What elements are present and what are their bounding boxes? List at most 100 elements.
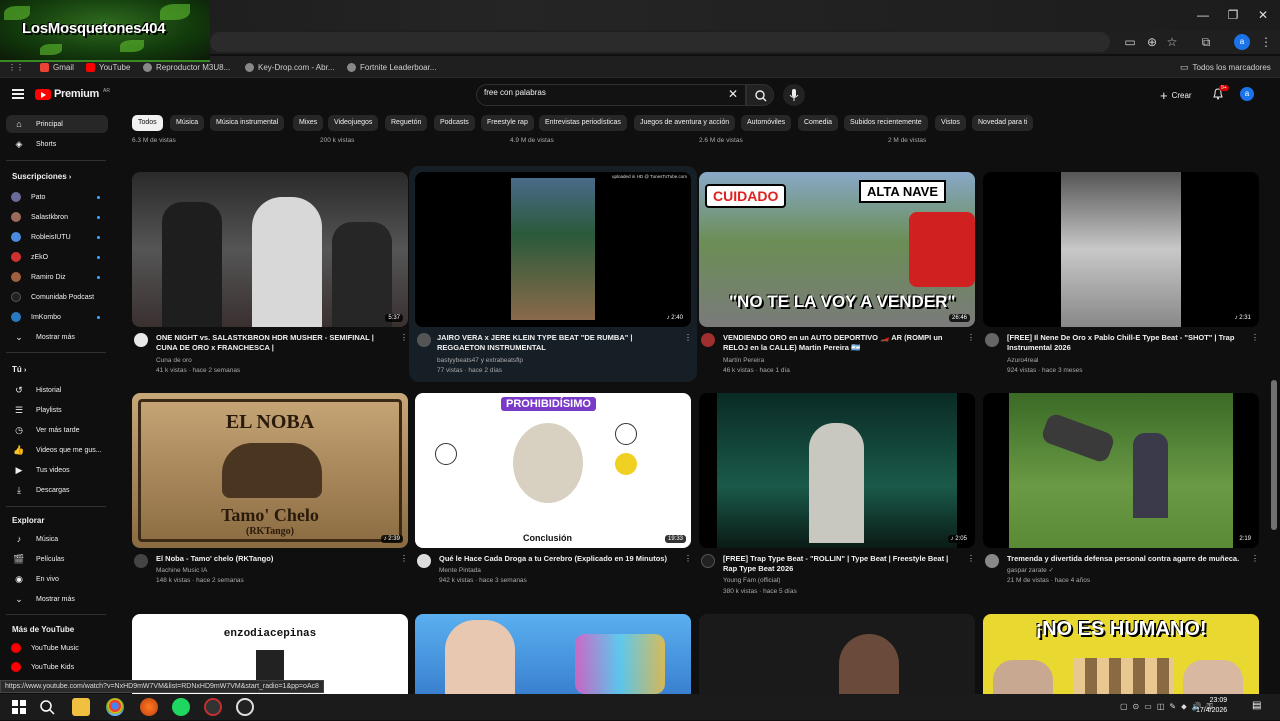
sidebar-sub-pato[interactable]: Pato [6, 188, 108, 206]
video-title[interactable]: [FREE] Trap Type Beat - "ROLLIN" | Type … [723, 554, 963, 574]
channel-avatar[interactable] [985, 333, 999, 347]
sidebar-item-youtube-kids[interactable]: YouTube Kids [6, 658, 108, 676]
sidebar-item-historial[interactable]: ↺ Historial [6, 381, 108, 399]
cast-icon[interactable]: ▭ [1122, 34, 1138, 50]
channel-avatar[interactable] [701, 333, 715, 347]
more-options-icon[interactable]: ⋮ [400, 333, 408, 342]
sidebar-item-peliculas[interactable]: 🎬 Películas [6, 550, 108, 568]
video-thumbnail[interactable] [415, 614, 691, 694]
more-options-icon[interactable]: ⋮ [684, 333, 692, 342]
bookmark-youtube[interactable]: YouTube [86, 60, 130, 74]
sidebar-item-musica[interactable]: ♪ Música [6, 530, 108, 548]
more-options-icon[interactable]: ⋮ [400, 554, 408, 563]
bookmark-gmail[interactable]: Gmail [40, 60, 74, 74]
spotify-icon[interactable] [172, 698, 190, 716]
chip-musica-instrumental[interactable]: Música instrumental [210, 115, 285, 131]
app-icon[interactable] [204, 698, 222, 716]
chip-musica[interactable]: Música [170, 115, 205, 131]
file-explorer-icon[interactable] [72, 698, 90, 716]
video-thumbnail[interactable]: 5:37 [132, 172, 408, 327]
sidebar-sub-robleisiutu[interactable]: RobleisIUTU [6, 228, 108, 246]
clear-search-icon[interactable]: ✕ [728, 87, 738, 101]
user-avatar[interactable]: a [1240, 87, 1254, 101]
page-scrollbar[interactable] [1271, 380, 1277, 530]
taskbar-clock[interactable]: 23:09 17/4/2026 [1196, 696, 1227, 716]
sidebar-item-en-vivo[interactable]: ◉ En vivo [6, 570, 108, 588]
browser-icon[interactable] [140, 698, 158, 716]
channel-name[interactable]: Martín Pereira [723, 356, 764, 366]
sidebar-show-more-explore[interactable]: ⌄ Mostrar más [6, 590, 108, 608]
channel-name[interactable]: bastyybeats47 y extrabeatsflp [437, 356, 523, 366]
minimize-button[interactable]: — [1188, 6, 1218, 24]
sidebar-item-your-videos[interactable]: ▶ Tus videos [6, 461, 108, 479]
star-icon[interactable]: ☆ [1164, 34, 1180, 50]
channel-avatar[interactable] [701, 554, 715, 568]
chip-entrevistas[interactable]: Entrevistas periodísticas [539, 115, 627, 131]
voice-search-button[interactable] [783, 84, 805, 106]
more-options-icon[interactable]: ⋮ [1251, 333, 1259, 342]
chip-vistos[interactable]: Vistos [935, 115, 966, 131]
channel-avatar[interactable] [417, 554, 431, 568]
video-thumbnail[interactable]: EL NOBA Tamo' Chelo (RKTango) ♪ 2:39 [132, 393, 408, 548]
channel-avatar[interactable] [134, 333, 148, 347]
sidebar-sub-salastkbron[interactable]: Salastkbron [6, 208, 108, 226]
bookmark-fortnite[interactable]: Fortnite Leaderboar... [347, 60, 437, 74]
chip-podcasts[interactable]: Podcasts [434, 115, 475, 131]
youtube-premium-logo[interactable]: Premium AR [35, 88, 110, 100]
sidebar-item-liked[interactable]: 👍 Videos que me gus... [6, 441, 108, 459]
search-input[interactable] [484, 88, 704, 97]
chip-juegos-aventura[interactable]: Juegos de aventura y acción [634, 115, 736, 131]
zoom-icon[interactable]: ⊕ [1144, 34, 1160, 50]
video-thumbnail[interactable]: PROHIBIDÍSIMO Conclusión 19:33 [415, 393, 691, 548]
app-icon[interactable] [236, 698, 254, 716]
extensions-icon[interactable]: ⧉ [1198, 34, 1214, 50]
channel-name[interactable]: Mente Pintada [439, 566, 481, 576]
video-title[interactable]: VENDIENDO ORO en un AUTO DEPORTIVO 🏎️ AR… [723, 333, 963, 353]
sidebar-sub-imkombo[interactable]: ImKombo [6, 308, 108, 326]
profile-avatar[interactable]: a [1234, 34, 1250, 50]
all-bookmarks[interactable]: ▭ Todos los marcadores [1180, 60, 1271, 74]
video-thumbnail[interactable] [699, 614, 975, 694]
video-title[interactable]: El Noba - Tamo' chelo (RKTango) [156, 554, 396, 564]
chip-freestyle-rap[interactable]: Freestyle rap [481, 115, 534, 131]
chip-subidos-recientemente[interactable]: Subidos recientemente [844, 115, 928, 131]
chrome-icon[interactable] [106, 698, 124, 716]
channel-avatar[interactable] [985, 554, 999, 568]
more-options-icon[interactable]: ⋮ [1251, 554, 1259, 563]
create-button[interactable]: + Crear [1160, 86, 1192, 104]
chip-comedia[interactable]: Comedia [798, 115, 839, 131]
chip-novedad[interactable]: Novedad para ti [972, 115, 1034, 131]
restore-button[interactable]: ❐ [1218, 6, 1248, 24]
sidebar-sub-zeko[interactable]: zEkO [6, 248, 108, 266]
hamburger-menu-icon[interactable] [12, 89, 24, 99]
notification-center-icon[interactable]: ▤ [1252, 700, 1261, 711]
chip-mixes[interactable]: Mixes [293, 115, 324, 131]
windows-start-icon[interactable] [10, 698, 28, 716]
video-title[interactable]: Tremenda y divertida defensa personal co… [1007, 554, 1247, 564]
channel-name[interactable]: gaspar zarate ✓ [1007, 566, 1054, 576]
channel-avatar[interactable] [417, 333, 431, 347]
more-options-icon[interactable]: ⋮ [684, 554, 692, 563]
video-title[interactable]: Qué le Hace Cada Droga a tu Cerebro (Exp… [439, 554, 679, 564]
channel-name[interactable]: Young Fam (official) [723, 576, 780, 586]
video-title[interactable]: [FREE] Il Nene De Oro x Pablo Chill-E Ty… [1007, 333, 1247, 353]
sidebar-show-more-subs[interactable]: ⌄ Mostrar más [6, 328, 108, 346]
omnibox[interactable] [210, 32, 1110, 52]
chip-automoviles[interactable]: Automóviles [741, 115, 792, 131]
sidebar-item-shorts[interactable]: ◈ Shorts [6, 135, 108, 153]
close-button[interactable]: ✕ [1248, 6, 1278, 24]
video-thumbnail[interactable]: uploaded in HD @ TunesToTube.com ♪ 2:40 [415, 172, 691, 327]
chip-videojuegos[interactable]: Videojuegos [328, 115, 379, 131]
you-heading[interactable]: Tú › [12, 365, 26, 374]
more-options-icon[interactable]: ⋮ [967, 333, 975, 342]
video-title[interactable]: JAIRO VERA x JERE KLEIN TYPE BEAT "DE RU… [437, 333, 677, 353]
video-thumbnail[interactable]: ¡NO ES HUMANO! [983, 614, 1259, 694]
search-icon[interactable] [38, 698, 56, 716]
bookmark-keydrop[interactable]: Key-Drop.com - Abr... [245, 60, 334, 74]
sidebar-sub-ramiro-diz[interactable]: Ramiro Diz [6, 268, 108, 286]
menu-icon[interactable]: ⋮ [1258, 34, 1274, 50]
channel-name[interactable]: Azuro4real [1007, 356, 1038, 366]
chip-todos[interactable]: Todos [132, 115, 163, 131]
video-title[interactable]: ONE NIGHT vs. SALASTKBRON HDR MUSHER - S… [156, 333, 396, 353]
video-thumbnail[interactable]: ♪ 2:05 [699, 393, 975, 548]
